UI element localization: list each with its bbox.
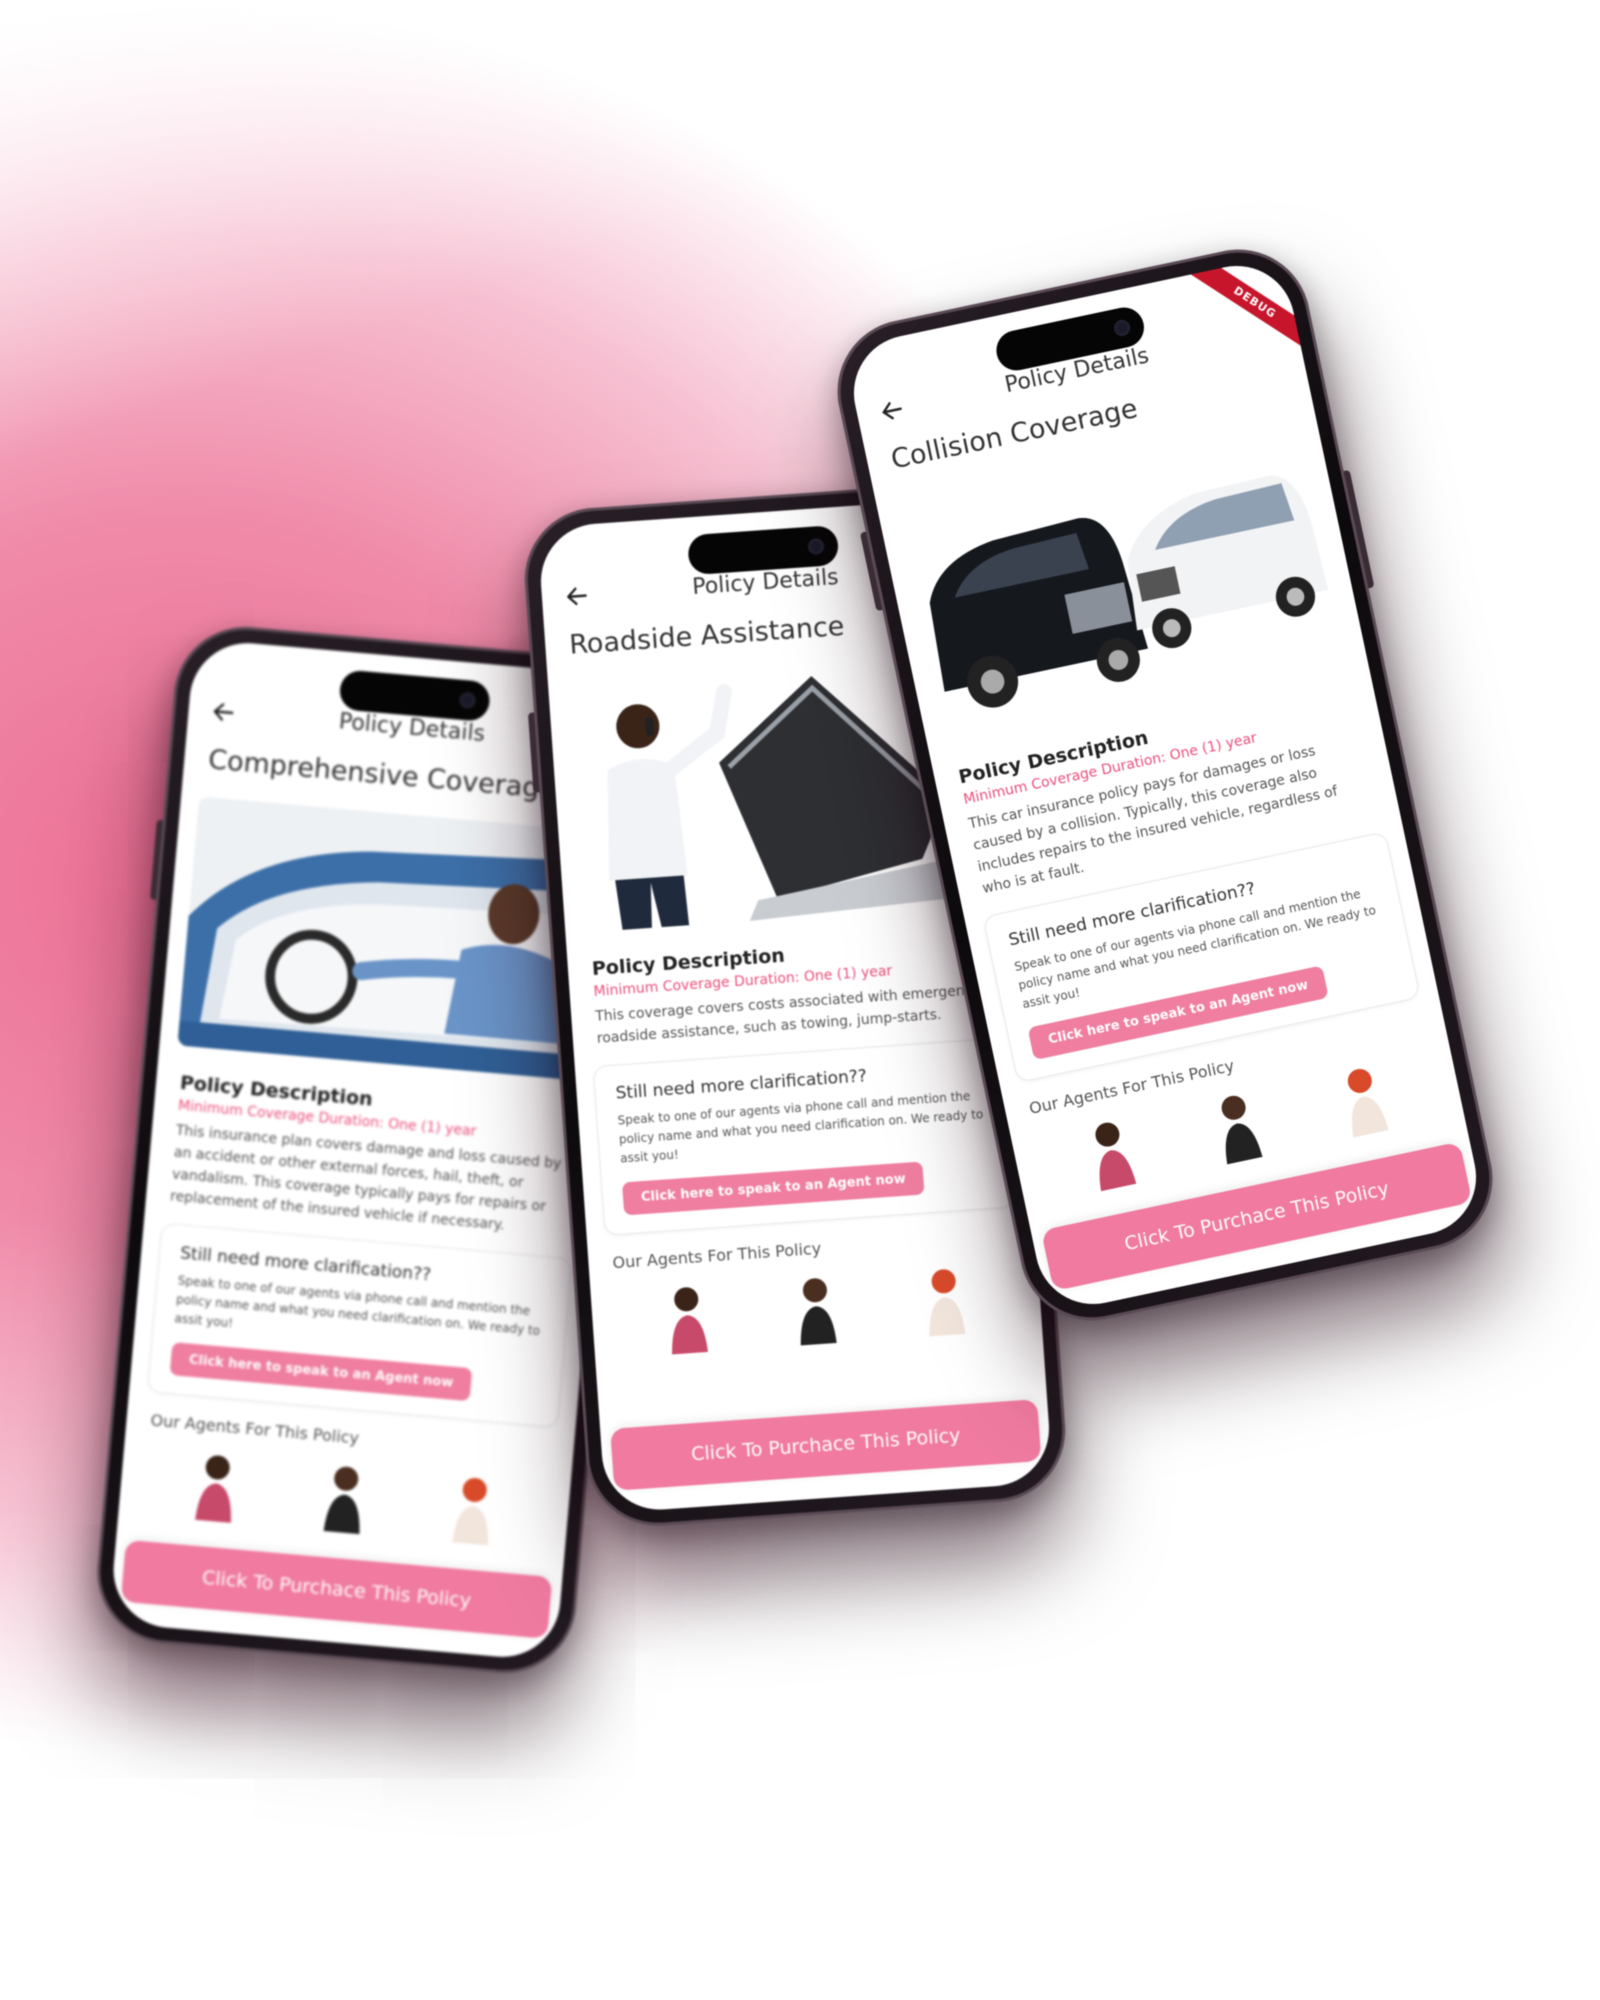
purchase-policy-button[interactable]: Click To Purchace This Policy: [610, 1399, 1042, 1491]
speak-to-agent-button[interactable]: Click here to speak to an Agent now: [621, 1161, 925, 1216]
agent-avatar[interactable]: [657, 1279, 718, 1355]
agent-avatar[interactable]: [1076, 1111, 1146, 1193]
agent-avatar[interactable]: [442, 1470, 504, 1547]
agent-avatar[interactable]: [786, 1270, 847, 1346]
agent-avatar[interactable]: [314, 1458, 376, 1535]
agent-avatar[interactable]: [915, 1261, 976, 1337]
speak-to-agent-button[interactable]: Click here to speak to an Agent now: [169, 1342, 473, 1402]
purchase-policy-button[interactable]: Click To Purchace This Policy: [120, 1539, 553, 1639]
agent-avatar[interactable]: [1202, 1084, 1272, 1166]
agent-avatar[interactable]: [185, 1447, 247, 1524]
agent-avatar[interactable]: [1329, 1057, 1399, 1139]
clarification-card: Still need more clarification?? Speak to…: [592, 1037, 1016, 1236]
